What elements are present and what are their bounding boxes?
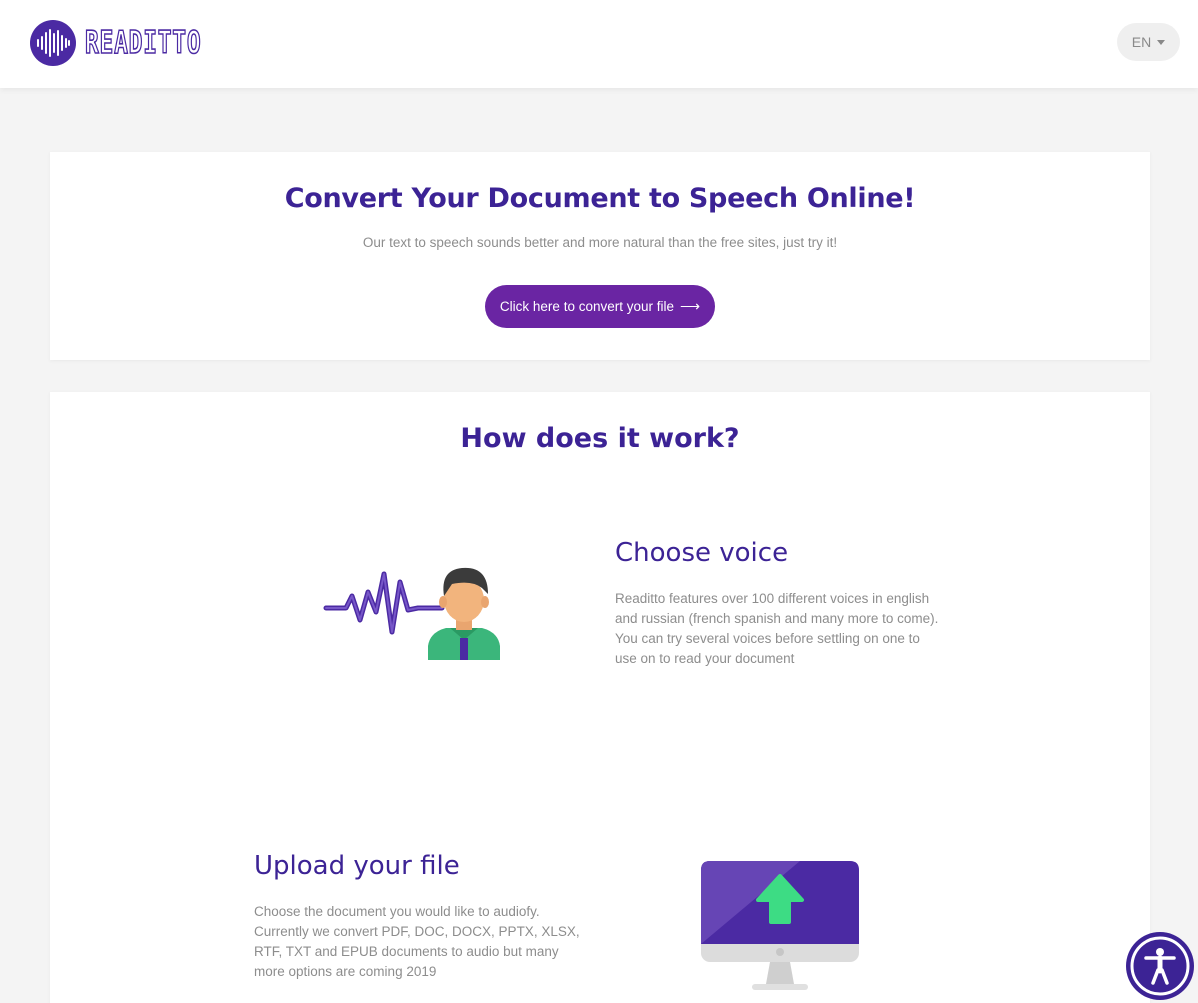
monitor-upload-icon (700, 860, 860, 996)
language-label: EN (1131, 34, 1152, 50)
readitto-logo[interactable]: READITTO (30, 20, 242, 66)
step-choose-voice-title: Choose voice (615, 538, 789, 568)
arrow-right-icon: ⟶ (680, 298, 701, 314)
language-selector[interactable]: EN (1117, 23, 1180, 61)
convert-file-button[interactable]: Click here to convert your file ⟶ (485, 285, 715, 328)
hero-title: Convert Your Document to Speech Online! (284, 183, 916, 214)
caret-down-icon (1157, 39, 1166, 45)
accessibility-button[interactable] (1126, 932, 1194, 1000)
hero-subtitle: Our text to speech sounds better and mor… (362, 235, 838, 250)
accessibility-icon (1130, 936, 1190, 996)
sound-wave-icon (30, 20, 76, 66)
hero-card: Convert Your Document to Speech Online! … (50, 152, 1150, 360)
how-it-works-card: How does it work? Choose voice Readitto … (50, 392, 1150, 1003)
brand-name: READITTO (84, 24, 202, 61)
top-navigation-bar: READITTO EN (0, 0, 1198, 88)
step-choose-voice-text: Readitto features over 100 different voi… (615, 591, 939, 666)
convert-file-label: Click here to convert your file (499, 299, 674, 314)
voice-waveform-person-icon (322, 560, 522, 670)
how-it-works-title: How does it work? (460, 423, 740, 454)
step-upload-file-title: Upload your file (254, 851, 460, 881)
step-upload-file-text: Choose the document you would like to au… (254, 904, 580, 979)
